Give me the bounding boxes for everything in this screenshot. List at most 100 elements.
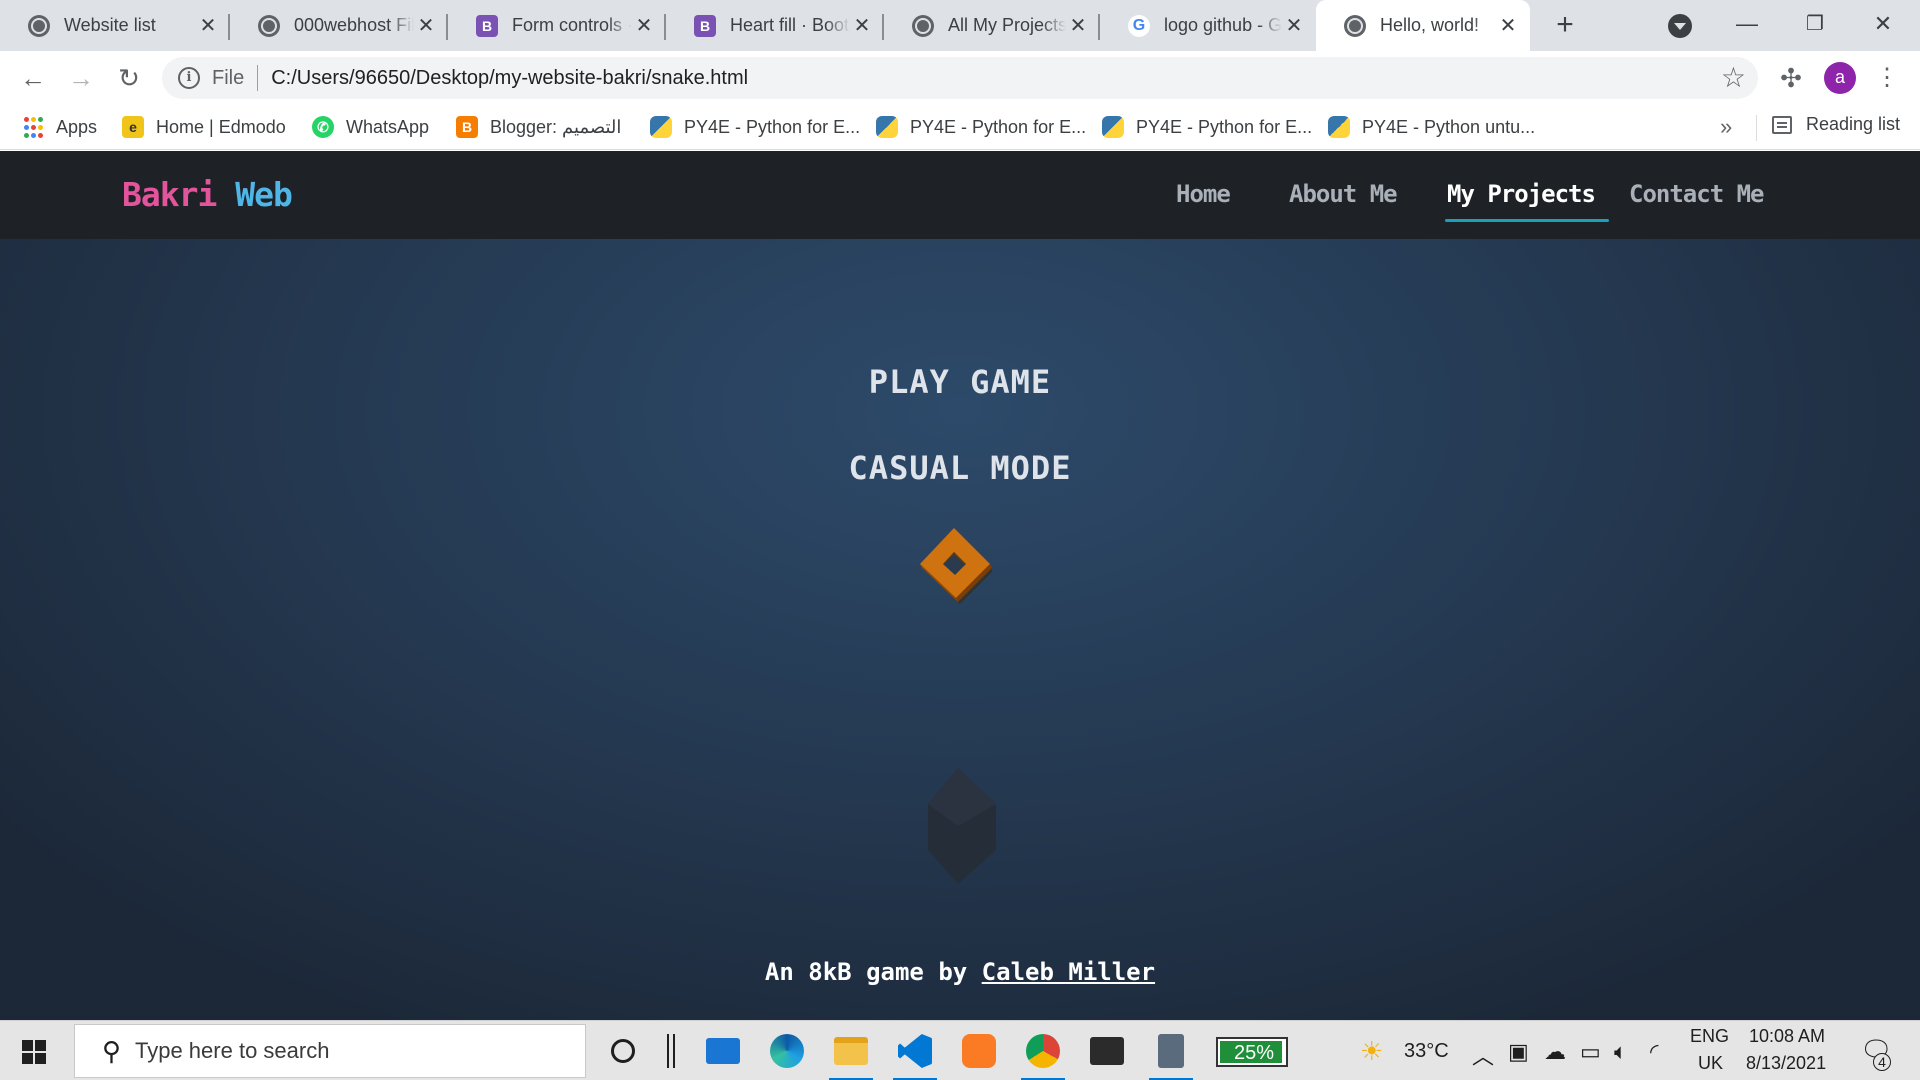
site-brand[interactable]: Bakri Web: [122, 175, 293, 214]
tab-search-icon[interactable]: [1668, 14, 1692, 38]
volume-icon[interactable]: 🔈︎: [1614, 1039, 1627, 1065]
python-icon: [650, 116, 672, 138]
browser-tab[interactable]: Website list ✕: [0, 0, 230, 51]
browser-tab[interactable]: G logo github - Google ✕: [1100, 0, 1316, 51]
web-page-viewport: Bakri Web Home About Me My Projects Cont…: [0, 151, 1920, 1020]
chrome-icon[interactable]: [1019, 1029, 1067, 1080]
battery-icon[interactable]: ▭: [1580, 1039, 1601, 1065]
close-icon[interactable]: ✕: [196, 13, 220, 38]
python-icon: [876, 116, 898, 138]
bookmark-label: PY4E - Python for E...: [910, 116, 1087, 137]
close-icon[interactable]: ✕: [1282, 13, 1306, 38]
windows-start-icon[interactable]: [22, 1040, 46, 1064]
site-navbar: Bakri Web Home About Me My Projects Cont…: [0, 151, 1920, 239]
bookmark-py4e[interactable]: PY4E - Python untu...: [1328, 114, 1535, 140]
bookmark-blogger[interactable]: B Blogger: التصميم: [456, 114, 621, 140]
vscode-icon[interactable]: [891, 1029, 939, 1080]
back-arrow-icon[interactable]: ←: [16, 61, 50, 95]
nav-contact-me[interactable]: Contact Me: [1629, 180, 1764, 208]
taskbar-search-box[interactable]: ⚲ Type here to search: [74, 1024, 586, 1078]
close-icon[interactable]: ✕: [414, 13, 438, 38]
more-menu-icon[interactable]: ⋮: [1870, 61, 1904, 95]
xampp-icon[interactable]: [955, 1029, 1003, 1073]
reload-icon[interactable]: ↻: [112, 61, 146, 95]
bookmark-star-icon[interactable]: ☆: [1721, 61, 1746, 94]
close-icon[interactable]: ✕: [850, 13, 874, 38]
forward-arrow-icon[interactable]: →: [64, 61, 98, 95]
tab-title: 000webhost File: [294, 15, 414, 35]
tab-title: Form controls · Bootstrap: [512, 15, 632, 35]
bookmark-py4e[interactable]: PY4E - Python for E...: [1102, 114, 1312, 140]
browser-tab[interactable]: 000webhost File ✕: [230, 0, 448, 51]
clock-time[interactable]: 10:08 AM: [1749, 1026, 1825, 1047]
calculator-icon[interactable]: [1147, 1029, 1195, 1080]
browser-tab[interactable]: B Form controls · Bootstrap ✕: [448, 0, 666, 51]
bookmark-whatsapp[interactable]: ✆ WhatsApp: [312, 114, 429, 140]
credit-author-link[interactable]: Caleb Miller: [982, 958, 1155, 986]
bookmark-edmodo[interactable]: e Home | Edmodo: [122, 114, 286, 140]
chevron-up-icon[interactable]: ︿: [1472, 1039, 1494, 1071]
bookmarks-overflow-chevron-icon[interactable]: »: [1720, 114, 1732, 140]
omnibox-divider: [257, 65, 259, 91]
python-icon: [1102, 116, 1124, 138]
minimize-button[interactable]: —: [1722, 6, 1772, 42]
tab-title: All My Projects: [948, 15, 1066, 35]
browser-tab[interactable]: B Heart fill · Bootstrap ✕: [666, 0, 884, 51]
weather-temperature[interactable]: 33°C: [1404, 1040, 1449, 1063]
weather-sun-icon[interactable]: ☀: [1360, 1036, 1383, 1067]
blogger-icon: B: [456, 116, 478, 138]
search-icon: ⚲: [101, 1035, 121, 1066]
reading-list-button[interactable]: Reading list: [1772, 114, 1900, 135]
site-info-icon[interactable]: i: [178, 67, 200, 89]
browser-tab-active[interactable]: Hello, world! ✕: [1316, 0, 1530, 51]
meet-now-icon[interactable]: ▣: [1508, 1039, 1529, 1065]
bootstrap-icon: B: [476, 14, 498, 37]
search-placeholder: Type here to search: [135, 1038, 330, 1063]
new-tab-button[interactable]: +: [1548, 8, 1582, 42]
wifi-icon[interactable]: ◜: [1650, 1039, 1659, 1065]
close-window-button[interactable]: ✕: [1858, 6, 1908, 42]
tab-title: Website list: [64, 15, 156, 35]
windows-taskbar: ⚲ Type here to search 25% ☀ 33°C ︿ ▣ ☁ ▭…: [0, 1020, 1920, 1080]
restore-button[interactable]: ❐: [1790, 6, 1840, 42]
nav-about-me[interactable]: About Me: [1289, 180, 1398, 208]
browser-tab[interactable]: All My Projects ✕: [884, 0, 1100, 51]
language-code[interactable]: ENG: [1690, 1026, 1729, 1047]
bookmark-py4e[interactable]: PY4E - Python for E...: [876, 114, 1086, 140]
bookmark-py4e[interactable]: PY4E - Python for E...: [650, 114, 860, 140]
bootstrap-icon: B: [694, 14, 716, 37]
close-icon[interactable]: ✕: [1496, 13, 1520, 38]
profile-avatar[interactable]: a: [1824, 62, 1856, 94]
clock-date[interactable]: 8/13/2021: [1746, 1053, 1826, 1074]
globe-icon: [912, 14, 934, 37]
python-icon: [1328, 116, 1350, 138]
brand-part-1: Bakri: [122, 175, 217, 214]
close-icon[interactable]: ✕: [632, 13, 656, 38]
bookmark-apps[interactable]: Apps: [22, 114, 97, 140]
globe-icon: [1344, 14, 1366, 37]
apps-grid-icon: [22, 116, 44, 138]
tab-title: logo github - Google: [1164, 15, 1282, 35]
battery-widget[interactable]: 25%: [1216, 1037, 1288, 1067]
extensions-puzzle-icon[interactable]: ✣: [1774, 61, 1808, 95]
onedrive-cloud-icon[interactable]: ☁: [1544, 1039, 1566, 1065]
task-view-icon[interactable]: [647, 1029, 695, 1073]
keyboard-region[interactable]: UK: [1698, 1053, 1723, 1074]
nav-home[interactable]: Home: [1176, 180, 1231, 208]
tab-title: Heart fill · Bootstrap: [730, 15, 850, 35]
url-text[interactable]: C:/Users/96650/Desktop/my-website-bakri/…: [271, 67, 748, 90]
cortana-icon[interactable]: [599, 1029, 647, 1073]
bookmark-label: PY4E - Python untu...: [1362, 116, 1536, 137]
url-scheme: File: [212, 66, 245, 89]
address-bar[interactable]: i File C:/Users/96650/Desktop/my-website…: [162, 57, 1758, 99]
edge-icon[interactable]: [763, 1029, 811, 1073]
store-icon[interactable]: [1083, 1029, 1131, 1073]
play-game-button[interactable]: PLAY GAME: [0, 363, 1920, 401]
file-explorer-icon[interactable]: [827, 1029, 875, 1080]
whatsapp-icon: ✆: [312, 116, 334, 138]
close-icon[interactable]: ✕: [1066, 13, 1090, 38]
mail-icon[interactable]: [699, 1029, 747, 1073]
game-credit: An 8kB game by Caleb Miller: [0, 958, 1920, 986]
casual-mode-button[interactable]: CASUAL MODE: [0, 449, 1920, 487]
nav-my-projects[interactable]: My Projects: [1445, 180, 1609, 222]
